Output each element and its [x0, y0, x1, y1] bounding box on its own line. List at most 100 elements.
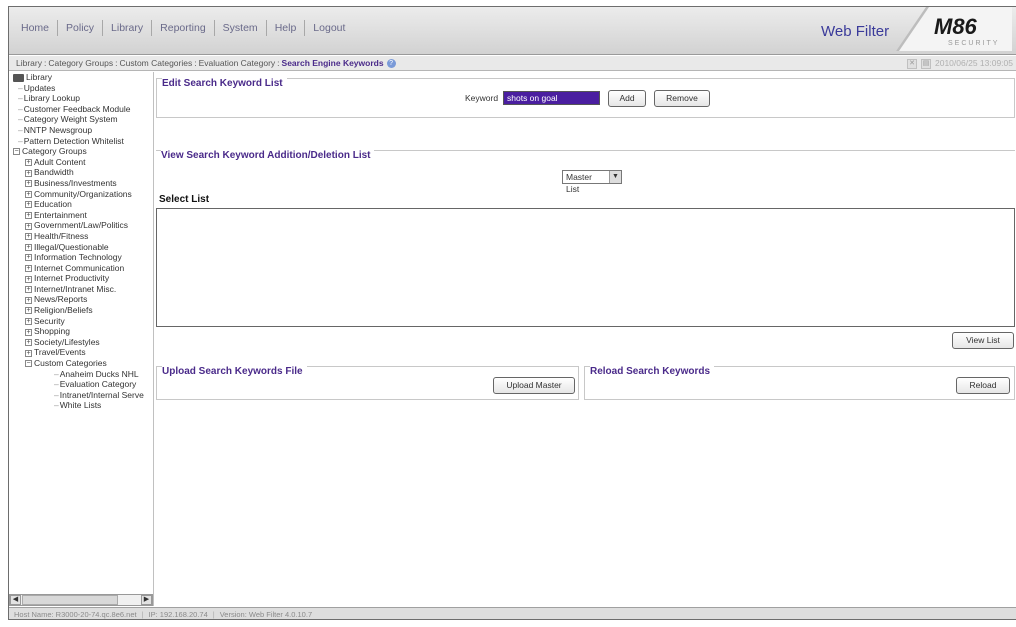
chevron-down-icon[interactable]: ▼ [609, 171, 621, 183]
tree-item-label: Shopping [34, 326, 70, 337]
expand-icon[interactable]: + [25, 296, 32, 304]
reload-button[interactable]: Reload [956, 377, 1010, 394]
menu-item-help[interactable]: Help [267, 20, 306, 36]
tree-item[interactable]: + Information Technology [9, 252, 153, 263]
tree-item-label: Category Groups [22, 146, 87, 157]
tree-item[interactable]: + Travel/Events [9, 347, 153, 358]
expand-icon[interactable]: + [25, 254, 32, 262]
scroll-right-icon[interactable]: ▶ [141, 595, 152, 605]
menu-item-library[interactable]: Library [103, 20, 153, 36]
remove-button[interactable]: Remove [654, 90, 710, 107]
app-window: Home Policy Library Reporting System Help Logo… [8, 6, 1016, 620]
expand-icon[interactable]: + [25, 180, 32, 188]
scrollbar-thumb[interactable] [22, 595, 118, 605]
breadcrumb-item[interactable]: Custom Categories [119, 58, 192, 68]
tree-item[interactable]: − Category Groups [9, 146, 153, 157]
upload-master-button[interactable]: Upload Master [493, 377, 575, 394]
tree-item[interactable]: + Community/Organizations [9, 189, 153, 200]
expand-icon[interactable]: + [25, 328, 32, 336]
status-bar: Host Name: R3000-20-74.qc.8e6.net | IP: 19… [9, 607, 1016, 619]
expand-icon[interactable]: + [25, 317, 32, 325]
tree-horizontal-scrollbar[interactable]: ◀ ▶ [9, 594, 153, 606]
tree-connector: – [18, 93, 23, 104]
help-icon[interactable]: ? [386, 59, 396, 69]
tree-item[interactable]: + Shopping [9, 326, 153, 337]
tree-item[interactable]: –Customer Feedback Module [9, 104, 153, 115]
product-name: Web Filter [821, 23, 890, 40]
add-button[interactable]: Add [608, 90, 646, 107]
tree-item-label: Business/Investments [34, 177, 117, 188]
tree-item[interactable]: –Category Weight System [9, 114, 153, 125]
scroll-left-icon[interactable]: ◀ [10, 595, 21, 605]
tree-item[interactable]: + Business/Investments [9, 178, 153, 189]
expand-icon[interactable]: + [25, 201, 32, 209]
tree-item[interactable]: + Health/Fitness [9, 231, 153, 242]
tree-item-label: Internet Productivity [34, 273, 110, 284]
menu-item-policy[interactable]: Policy [58, 20, 104, 36]
expand-icon[interactable]: + [25, 307, 32, 315]
keyword-input[interactable]: shots on goal [503, 91, 600, 105]
collapse-icon[interactable]: − [13, 148, 20, 156]
tree-item[interactable]: + Internet/Intranet Misc. [9, 284, 153, 295]
status-host: Host Name: R3000-20-74.qc.8e6.net [14, 610, 137, 619]
breadcrumb-item[interactable]: Category Groups [48, 58, 113, 68]
collapse-icon[interactable]: − [25, 360, 32, 368]
expand-icon[interactable]: + [25, 275, 32, 283]
breadcrumb-item[interactable]: Library [16, 58, 42, 68]
tree-item[interactable]: + Government/Law/Politics [9, 220, 153, 231]
expand-icon[interactable]: + [25, 243, 32, 251]
expand-icon[interactable]: + [25, 349, 32, 357]
tree-item-label: Pattern Detection Whitelist [23, 135, 124, 146]
tree-item-label: Intranet/Internal Serve [59, 389, 144, 400]
tree-item[interactable]: + Internet Productivity [9, 273, 153, 284]
list-type-select[interactable]: Master List ▼ [562, 170, 622, 194]
expand-icon[interactable]: + [25, 339, 32, 347]
tree-item[interactable]: + Illegal/Questionable [9, 242, 153, 253]
expand-icon[interactable]: + [25, 286, 32, 294]
tree-item[interactable]: –White Lists [9, 400, 153, 411]
tree-item[interactable]: − Custom Categories [9, 358, 153, 369]
keyword-select-list[interactable] [156, 208, 1015, 327]
tree-item[interactable]: + Education [9, 199, 153, 210]
menu-item-home[interactable]: Home [13, 20, 59, 36]
tree-item[interactable]: + Bandwidth [9, 167, 153, 178]
tree-item[interactable]: –Pattern Detection Whitelist [9, 136, 153, 147]
tree-item[interactable]: –Library Lookup [9, 93, 153, 104]
tools-icon[interactable]: ✕ [907, 58, 917, 69]
tree-item[interactable]: –Updates [9, 83, 153, 94]
menu-item-reporting[interactable]: Reporting [152, 20, 215, 36]
tree-item[interactable]: + Entertainment [9, 210, 153, 221]
tree-item-label: Adult Content [34, 156, 86, 167]
tree-item[interactable]: –Anaheim Ducks NHL [9, 369, 153, 380]
tree-item[interactable]: –NNTP Newsgroup [9, 125, 153, 136]
print-icon[interactable]: ▤ [921, 58, 931, 69]
expand-icon[interactable]: + [25, 222, 32, 230]
top-menu-bar: Home Policy Library Reporting System Help Logo… [9, 7, 1016, 55]
expand-icon[interactable]: + [25, 169, 32, 177]
expand-icon[interactable]: + [25, 159, 32, 166]
expand-icon[interactable]: + [25, 264, 32, 272]
tree-item-label: NNTP Newsgroup [23, 124, 93, 135]
expand-icon[interactable]: + [25, 190, 32, 198]
tree-item[interactable]: + Society/Lifestyles [9, 337, 153, 348]
tree-item[interactable]: + Internet Communication [9, 263, 153, 274]
breadcrumb-item[interactable]: Evaluation Category [199, 58, 276, 68]
menu-item-system[interactable]: System [215, 20, 267, 36]
tree-item[interactable]: + News/Reports [9, 294, 153, 305]
tree-item-label: Internet/Intranet Misc. [34, 283, 117, 294]
tree-item[interactable]: –Evaluation Category [9, 379, 153, 390]
tree-item[interactable]: Library [9, 72, 153, 83]
library-tree: Library –Updates –Library Lookup –Customer … [9, 72, 154, 606]
reload-keywords-title: Reload Search Keywords [590, 366, 715, 377]
main-content: Edit Search Keyword List Keyword shots o… [155, 72, 1016, 606]
tree-item[interactable]: + Security [9, 316, 153, 327]
tree-item[interactable]: –Intranet/Internal Serve [9, 390, 153, 401]
view-list-button[interactable]: View List [952, 332, 1014, 349]
expand-icon[interactable]: + [25, 233, 32, 241]
expand-icon[interactable]: + [25, 211, 32, 219]
tree-connector: – [54, 379, 59, 390]
main-menu: Home Policy Library Reporting System Help Logo… [13, 20, 353, 36]
tree-item[interactable]: + Adult Content [9, 157, 153, 168]
menu-item-logout[interactable]: Logout [305, 20, 353, 36]
tree-item[interactable]: + Religion/Beliefs [9, 305, 153, 316]
